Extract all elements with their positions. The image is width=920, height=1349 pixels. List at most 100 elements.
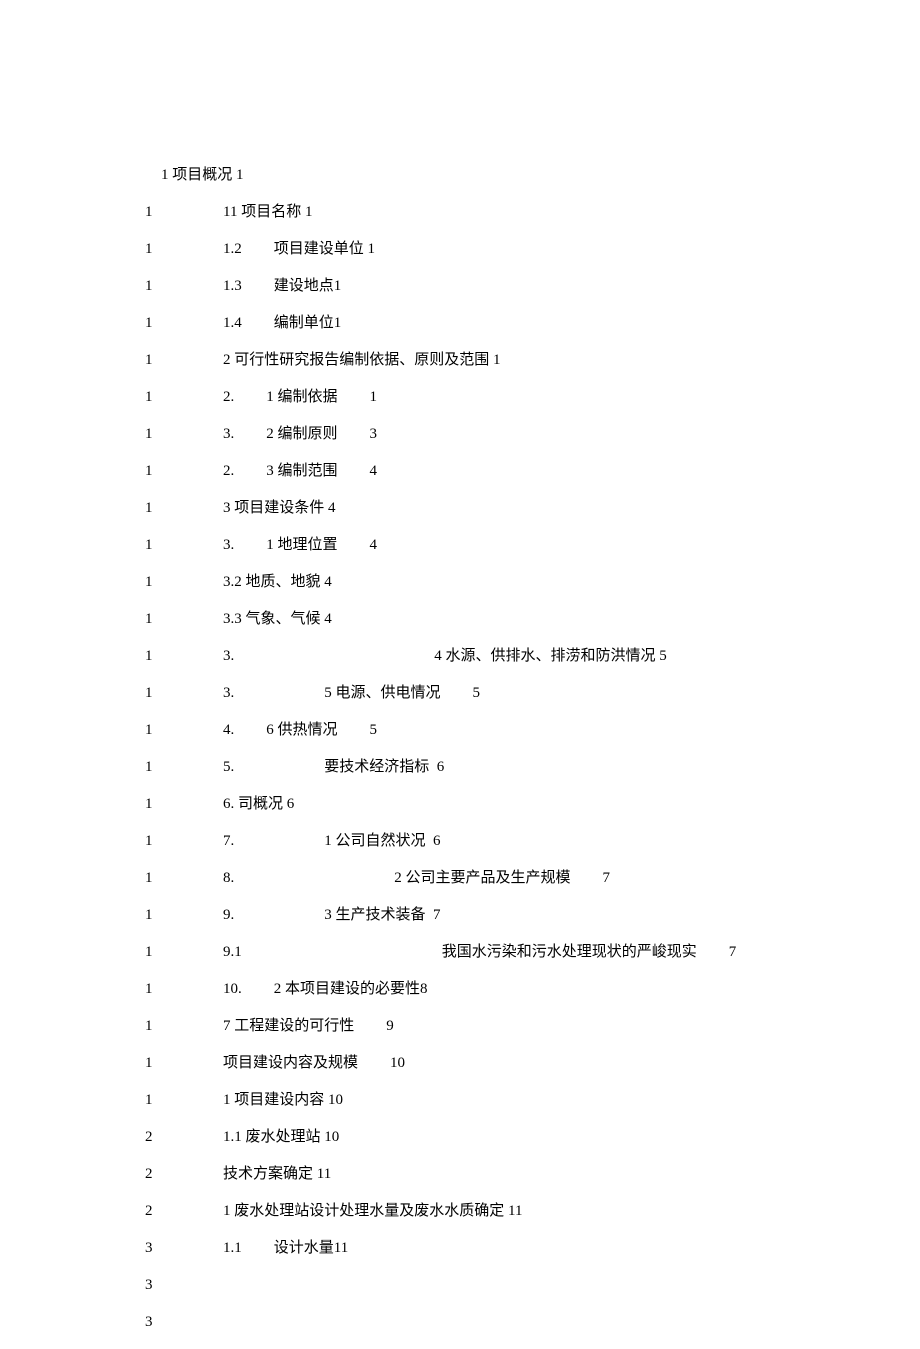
toc-line: 13.3 气象、气候 4 xyxy=(145,609,820,630)
line-number: 3 xyxy=(145,1312,223,1333)
toc-entry: 9. 3 生产技术装备 7 xyxy=(223,905,820,926)
toc-segment: 9.1 xyxy=(223,942,242,963)
toc-line: 13.1 地理位置4 xyxy=(145,535,820,556)
toc-segment: 3.3 气象、气候 4 xyxy=(223,609,332,630)
toc-segment: 1 废水处理站设计处理水量及废水水质确定 11 xyxy=(223,1201,522,1222)
line-number: 1 xyxy=(145,350,223,371)
line-number: 1 xyxy=(145,313,223,334)
toc-segment: 5 电源、供电情况 xyxy=(324,683,440,704)
toc-segment: 建设地点1 xyxy=(274,276,342,297)
toc-segment: 1 编制依据 xyxy=(266,387,337,408)
toc-segment: 3 生产技术装备 7 xyxy=(324,905,440,926)
line-number: 3 xyxy=(145,1275,223,1296)
toc-line: 17 工程建设的可行性9 xyxy=(145,1016,820,1037)
toc-segment: 1.4 xyxy=(223,313,242,334)
line-number: 1 xyxy=(145,498,223,519)
line-number: 1 xyxy=(145,239,223,260)
toc-entry: 3.2 地质、地貌 4 xyxy=(223,572,820,593)
toc-segment: 3 xyxy=(370,424,378,445)
line-number: 1 xyxy=(145,683,223,704)
toc-entry: 2.3 编制范围4 xyxy=(223,461,820,482)
toc-line: 13.2 地质、地貌 4 xyxy=(145,572,820,593)
toc-segment: 9 xyxy=(386,1016,394,1037)
toc-line: 11 项目建设内容 10 xyxy=(145,1090,820,1111)
toc-entry: 1.4 编制单位1 xyxy=(223,313,820,334)
toc-segment: 2. xyxy=(223,387,234,408)
line-number: 1 xyxy=(145,572,223,593)
toc-entry: 3.3 气象、气候 4 xyxy=(223,609,820,630)
toc-segment: 6. 司概况 6 xyxy=(223,794,294,815)
toc-segment: 1.1 废水处理站 10 xyxy=(223,1127,339,1148)
toc-entry: 7 工程建设的可行性9 xyxy=(223,1016,820,1037)
toc-line: 11.4 编制单位1 xyxy=(145,313,820,334)
line-number: 1 xyxy=(145,461,223,482)
toc-segment: 2 公司主要产品及生产规模 xyxy=(394,868,570,889)
toc-line: 12.3 编制范围4 xyxy=(145,461,820,482)
line-number: 1 xyxy=(145,757,223,778)
line-number: 1 xyxy=(145,646,223,667)
line-number: 2 xyxy=(145,1164,223,1185)
toc-segment: 4. xyxy=(223,720,234,741)
toc-segment: 4 水源、供排水、排涝和防洪情况 5 xyxy=(434,646,667,667)
toc-line: 13.4 水源、供排水、排涝和防洪情况 5 xyxy=(145,646,820,667)
toc-entry: 8.2 公司主要产品及生产规模7 xyxy=(223,868,820,889)
toc-segment: 项目建设内容及规模 xyxy=(223,1053,358,1074)
toc-segment: 2 编制原则 xyxy=(266,424,337,445)
line-number: 1 xyxy=(145,276,223,297)
line-number: 1 xyxy=(145,1016,223,1037)
line-number: 1 xyxy=(145,424,223,445)
toc-entry: 1 废水处理站设计处理水量及废水水质确定 11 xyxy=(223,1201,820,1222)
toc-line: 19. 3 生产技术装备 7 xyxy=(145,905,820,926)
toc-line: 21 废水处理站设计处理水量及废水水质确定 11 xyxy=(145,1201,820,1222)
toc-line: 21.1 废水处理站 10 xyxy=(145,1127,820,1148)
line-number: 3 xyxy=(145,1238,223,1259)
toc-segment: 1 xyxy=(370,387,378,408)
toc-entry: 9.1我国水污染和污水处理现状的严峻现实7 xyxy=(223,942,820,963)
line-number: 1 xyxy=(145,720,223,741)
toc-line: 18.2 公司主要产品及生产规模7 xyxy=(145,868,820,889)
toc-line: 2技术方案确定 11 xyxy=(145,1164,820,1185)
toc-segment: 1 公司自然状况 6 xyxy=(324,831,440,852)
toc-entry: 2. 1 编制依据 1 xyxy=(223,387,820,408)
toc-entry: 3.2 编制原则3 xyxy=(223,424,820,445)
toc-line: 1 项目概况 1 xyxy=(145,165,820,186)
toc-segment: 1.2 xyxy=(223,239,242,260)
toc-line: 31.1设计水量11 xyxy=(145,1238,820,1259)
toc-segment: 要技术经济指标 6 xyxy=(324,757,444,778)
toc-segment: 10. xyxy=(223,979,242,1000)
line-number: 1 xyxy=(145,609,223,630)
toc-line: 111 项目名称 1 xyxy=(145,202,820,223)
toc-entry: 6. 司概况 6 xyxy=(223,794,820,815)
toc-entry: 3 项目建设条件 4 xyxy=(223,498,820,519)
line-number: 1 xyxy=(145,1090,223,1111)
toc-entry: 11 项目名称 1 xyxy=(223,202,820,223)
toc-segment: 7. xyxy=(223,831,234,852)
toc-segment: 9. xyxy=(223,905,234,926)
toc-entry: 项目建设内容及规模 10 xyxy=(223,1053,820,1074)
toc-line: 110.2 本项目建设的必要性8 xyxy=(145,979,820,1000)
toc-segment: 1 项目建设内容 10 xyxy=(223,1090,343,1111)
toc-entry: 4.6 供热情况5 xyxy=(223,720,820,741)
toc-segment: 2 可行性研究报告编制依据、原则及范围 1 xyxy=(223,350,501,371)
toc-segment: 编制单位1 xyxy=(274,313,342,334)
toc-segment: 7 xyxy=(729,942,737,963)
toc-line: 16. 司概况 6 xyxy=(145,794,820,815)
toc-entry-text: 1 项目概况 1 xyxy=(161,165,244,186)
toc-line: 12. 1 编制依据 1 xyxy=(145,387,820,408)
line-number: 1 xyxy=(145,794,223,815)
toc-segment: 10 xyxy=(390,1053,405,1074)
toc-line: 11.2项目建设单位 1 xyxy=(145,239,820,260)
toc-line: 13.5 电源、供电情况5 xyxy=(145,683,820,704)
toc-line: 3 xyxy=(145,1275,820,1296)
toc-segment: 1 地理位置 xyxy=(266,535,337,556)
toc-segment: 3 项目建设条件 4 xyxy=(223,498,336,519)
line-number: 1 xyxy=(145,905,223,926)
toc-segment: 4 xyxy=(370,461,378,482)
toc-entry: 1.2项目建设单位 1 xyxy=(223,239,820,260)
toc-entry: 7. 1 公司自然状况 6 xyxy=(223,831,820,852)
toc-segment: 技术方案确定 11 xyxy=(223,1164,331,1185)
toc-segment: 5. xyxy=(223,757,234,778)
toc-line: 1项目建设内容及规模10 xyxy=(145,1053,820,1074)
toc-line: 19.1我国水污染和污水处理现状的严峻现实7 xyxy=(145,942,820,963)
line-number: 2 xyxy=(145,1201,223,1222)
